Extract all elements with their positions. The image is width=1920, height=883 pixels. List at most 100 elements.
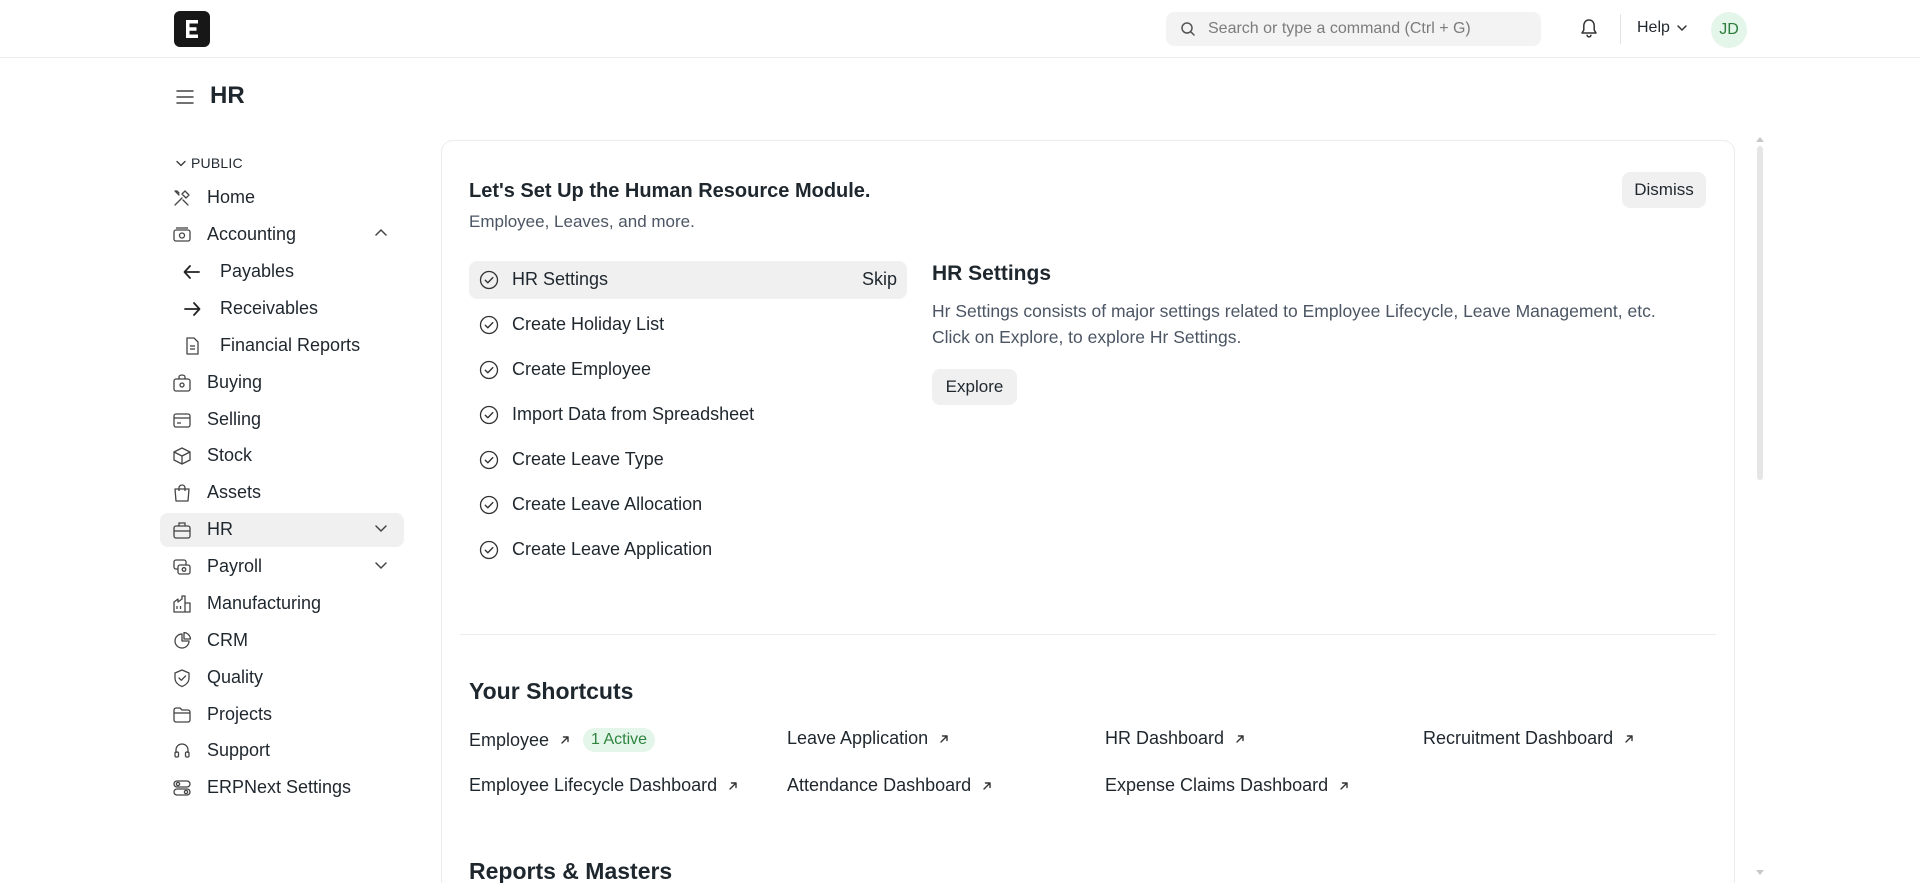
- sidebar-item-label: Payroll: [207, 556, 263, 576]
- hr-icon: [173, 522, 191, 539]
- shortcut-leave-application[interactable]: Leave Application: [787, 728, 950, 749]
- help-dropdown[interactable]: Help: [1637, 19, 1688, 37]
- sidebar-item-stock[interactable]: Stock: [160, 439, 404, 473]
- shortcut-label: Leave Application: [787, 728, 929, 748]
- arrow-up-right-icon: [983, 781, 991, 790]
- onboarding-step-create-leave-application[interactable]: Create Leave Application: [469, 531, 907, 569]
- erpnext-logo-icon: [186, 20, 198, 38]
- manufacturing-icon: [173, 595, 191, 613]
- sidebar-item-label: Support: [207, 740, 271, 760]
- stock-icon: [173, 447, 191, 465]
- sidebar-item-projects[interactable]: Projects: [160, 698, 404, 732]
- skip-button[interactable]: Skip: [862, 269, 897, 290]
- section-divider: [460, 634, 1716, 635]
- shortcut-employee-lifecycle-dashboard[interactable]: Employee Lifecycle Dashboard: [469, 775, 739, 796]
- arrow-up-right-icon: [561, 736, 569, 744]
- shortcut-label: Expense Claims Dashboard: [1105, 775, 1329, 795]
- onboarding-step-create-holiday-list[interactable]: Create Holiday List: [469, 306, 907, 344]
- arrow-left-icon: [183, 265, 200, 279]
- chevron-up-icon[interactable]: [374, 228, 388, 238]
- sidebar-section-label: PUBLIC: [191, 155, 243, 171]
- menu-icon: [176, 90, 194, 104]
- arrow-up-right-icon: [1340, 781, 1348, 790]
- shortcut-recruitment-dashboard[interactable]: Recruitment Dashboard: [1423, 728, 1635, 749]
- onboarding-step-create-leave-type[interactable]: Create Leave Type: [469, 441, 907, 479]
- shortcut-expense-claims-dashboard[interactable]: Expense Claims Dashboard: [1105, 775, 1350, 796]
- help-label: Help: [1637, 19, 1670, 36]
- user-avatar[interactable]: JD: [1711, 12, 1747, 48]
- explore-button[interactable]: Explore: [932, 369, 1017, 405]
- app-logo[interactable]: [174, 11, 210, 47]
- quality-icon: [174, 669, 190, 688]
- step-detail-title: HR Settings: [932, 262, 1052, 285]
- assets-icon: [174, 484, 190, 502]
- projects-icon: [173, 707, 191, 723]
- dismiss-button[interactable]: Dismiss: [1622, 172, 1706, 208]
- sidebar-item-accounting[interactable]: Accounting: [160, 218, 404, 252]
- step-detail-line: Hr Settings consists of major settings r…: [932, 301, 1656, 321]
- scroll-down-arrow[interactable]: [1756, 870, 1764, 875]
- chevron-down-icon[interactable]: [374, 523, 388, 533]
- status-badge: 1 Active: [583, 728, 656, 752]
- sidebar-item-support[interactable]: Support: [160, 734, 404, 768]
- chevron-down-icon: [1677, 25, 1687, 32]
- shortcuts-title: Your Shortcuts: [469, 678, 634, 704]
- crm-icon: [174, 631, 192, 649]
- sidebar-item-label: Assets: [207, 482, 262, 502]
- shortcut-label: Employee Lifecycle Dashboard: [469, 775, 718, 795]
- sidebar-item-buying[interactable]: Buying: [160, 366, 404, 400]
- file-icon: [186, 337, 199, 355]
- shortcut-attendance-dashboard[interactable]: Attendance Dashboard: [787, 775, 993, 796]
- sidebar-item-manufacturing[interactable]: Manufacturing: [160, 587, 404, 621]
- navbar: Search or type a command (Ctrl + G) Help…: [0, 0, 1920, 58]
- sidebar-item-label: Buying: [207, 372, 263, 392]
- scrollbar-thumb[interactable]: [1757, 146, 1763, 480]
- sidebar-toggle-button[interactable]: [175, 87, 195, 107]
- navbar-divider: [1620, 14, 1621, 44]
- sidebar-item-selling[interactable]: Selling: [160, 403, 404, 437]
- onboarding-subtitle: Employee, Leaves, and more.: [469, 212, 695, 231]
- arrow-up-right-icon: [1236, 734, 1244, 743]
- step-label: Create Leave Type: [512, 449, 664, 469]
- page-title: HR: [210, 82, 245, 109]
- sidebar-item-payroll[interactable]: Payroll: [160, 550, 404, 584]
- sidebar-item-financial-reports[interactable]: Financial Reports: [160, 329, 404, 363]
- search-bar[interactable]: Search or type a command (Ctrl + G): [1166, 12, 1541, 46]
- sidebar-item-label: Stock: [207, 445, 253, 465]
- sidebar-item-label: Manufacturing: [207, 593, 322, 613]
- step-label: Import Data from Spreadsheet: [512, 404, 755, 424]
- sidebar-item-label: Quality: [207, 667, 264, 687]
- shortcut-hr-dashboard[interactable]: HR Dashboard: [1105, 728, 1246, 749]
- scroll-up-arrow[interactable]: [1756, 137, 1764, 142]
- sidebar-item-label: Projects: [207, 704, 273, 724]
- check-circle-icon: [479, 495, 499, 515]
- arrow-up-right-icon: [940, 734, 948, 743]
- sidebar-item-hr[interactable]: HR: [160, 513, 404, 547]
- step-detail-line: Click on Explore, to explore Hr Settings…: [932, 327, 1242, 347]
- sidebar-item-payables[interactable]: Payables: [160, 255, 404, 289]
- arrow-up-right-icon: [729, 781, 737, 790]
- sidebar-item-erpnext-settings[interactable]: ERPNext Settings: [160, 771, 404, 805]
- step-label: HR Settings: [512, 269, 609, 289]
- step-label: Create Leave Allocation: [512, 494, 703, 514]
- sidebar-item-quality[interactable]: Quality: [160, 661, 404, 695]
- chevron-down-icon[interactable]: [374, 560, 388, 570]
- sidebar-item-assets[interactable]: Assets: [160, 476, 404, 510]
- onboarding-step-create-leave-allocation[interactable]: Create Leave Allocation: [469, 486, 907, 524]
- sidebar-section-public[interactable]: PUBLIC: [176, 155, 243, 171]
- step-detail-text: Hr Settings consists of major settings r…: [932, 298, 1712, 350]
- onboarding-step-hr-settings[interactable]: HR Settings Skip: [469, 261, 907, 299]
- onboarding-title: Let's Set Up the Human Resource Module.: [469, 180, 871, 202]
- selling-icon: [173, 413, 191, 428]
- notifications-button[interactable]: [1578, 17, 1600, 39]
- sidebar-item-label: ERPNext Settings: [207, 777, 352, 797]
- sidebar-item-receivables[interactable]: Receivables: [160, 292, 404, 326]
- onboarding-step-create-employee[interactable]: Create Employee: [469, 351, 907, 389]
- arrow-up-right-icon: [1625, 734, 1633, 743]
- sidebar-item-home[interactable]: Home: [160, 181, 404, 215]
- sidebar-item-crm[interactable]: CRM: [160, 624, 404, 658]
- arrow-right-icon: [184, 302, 201, 316]
- buying-icon: [173, 374, 191, 392]
- onboarding-step-import-data[interactable]: Import Data from Spreadsheet: [469, 396, 907, 434]
- shortcut-employee[interactable]: Employee 1 Active: [469, 728, 656, 752]
